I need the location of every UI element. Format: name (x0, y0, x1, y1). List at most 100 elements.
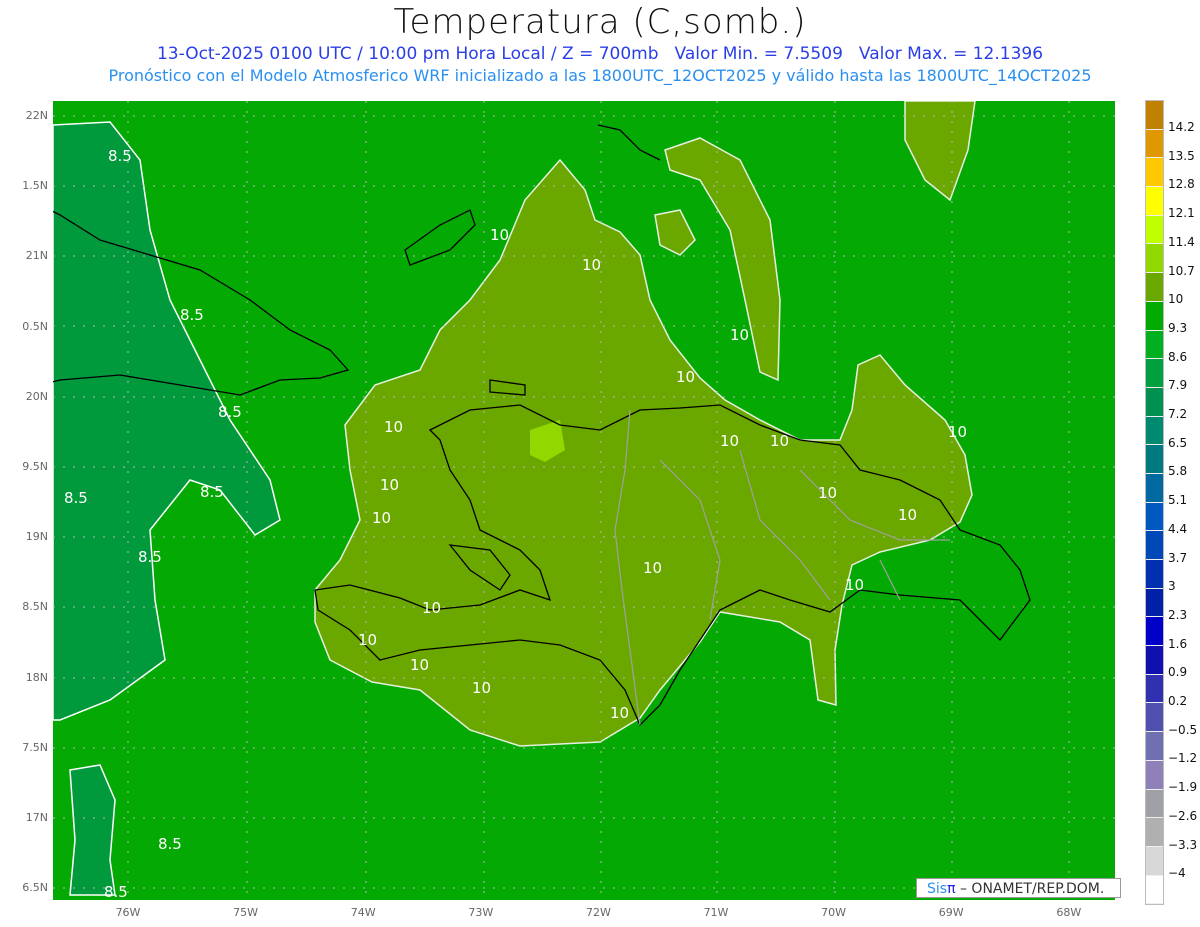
contour-label: 10 (490, 226, 509, 244)
colorbar-label: 8.6 (1168, 349, 1188, 364)
colorbar-swatch (1146, 760, 1163, 790)
colorbar-swatch (1146, 215, 1163, 245)
onamet-credit: Sisπ – ONAMET/REP.DOM. (916, 878, 1121, 898)
contour-label: 10 (730, 326, 749, 344)
colorbar-label: 13.5 (1168, 148, 1195, 163)
contour-label: 10 (372, 509, 391, 527)
contour-label: 10 (472, 679, 491, 697)
contour-label: 10 (643, 559, 662, 577)
contour-label: 10 (770, 432, 789, 450)
colorbar-label: 1.6 (1168, 636, 1188, 651)
colorbar-label: 0.9 (1168, 665, 1188, 680)
longitude-label: 73W (468, 906, 494, 919)
map-title: Temperatura (C,somb.) (393, 2, 807, 42)
longitude-label: 69W (938, 906, 964, 919)
colorbar-label: −1.9 (1168, 780, 1198, 795)
colorbar-label: 11.4 (1168, 234, 1195, 249)
contour-label: 10 (422, 599, 441, 617)
colorbar-swatch (1146, 273, 1163, 302)
colorbar-swatch (1146, 617, 1163, 647)
colorbar-label: −2.6 (1168, 808, 1198, 823)
colorbar-swatch (1146, 445, 1163, 474)
min-value: Valor Min. = 7.5509 (674, 44, 843, 64)
colorbar-swatch (1146, 789, 1163, 819)
contour-label: 10 (384, 418, 403, 436)
contour-label: 8.5 (138, 548, 162, 566)
colorbar-swatch (1146, 846, 1163, 876)
latitude-label: 18N (25, 670, 48, 684)
contour-label: 10 (845, 576, 864, 594)
colorbar-label: 2.3 (1168, 607, 1188, 622)
valid-time: 13-Oct-2025 0100 UTC / 10:00 pm Hora Loc… (156, 44, 659, 64)
contour-label: 10 (898, 506, 917, 524)
colorbar-swatch (1146, 818, 1163, 847)
colorbar (1145, 100, 1164, 906)
contour-label: 8.5 (108, 147, 132, 165)
colorbar-label: 0.2 (1168, 694, 1188, 708)
colorbar-swatch (1146, 101, 1163, 130)
contour-label: 8.5 (104, 883, 128, 900)
contour-label: 8.5 (180, 306, 204, 324)
contour-label: 10 (720, 432, 739, 450)
colorbar-swatch (1146, 416, 1163, 446)
contour-label: 10 (410, 656, 429, 674)
colorbar-swatch (1146, 187, 1163, 216)
colorbar-swatch (1146, 473, 1163, 503)
colorbar-swatch (1146, 531, 1163, 560)
colorbar-swatch (1146, 646, 1163, 675)
contour-label: 8.5 (64, 489, 88, 507)
contour-label: 10 (610, 704, 629, 722)
longitude-label: 76W (115, 906, 141, 919)
logo-pi: π (947, 881, 956, 897)
colorbar-label: 7.9 (1168, 378, 1188, 393)
latitude-label: 21N (25, 249, 48, 263)
contour-label: 10 (818, 484, 837, 502)
colorbar-swatch (1146, 560, 1163, 589)
colorbar-label: −3.3 (1168, 837, 1198, 852)
latitude-label: 7.5N (22, 740, 48, 754)
longitude-label: 75W (233, 906, 259, 919)
latitude-label: 8.5N (22, 600, 48, 614)
longitude-label: 68W (1056, 906, 1082, 919)
colorbar-swatch (1146, 359, 1163, 388)
latitude-label: 22N (25, 109, 48, 122)
colorbar-label: 6.5 (1168, 435, 1188, 450)
colorbar-swatch (1146, 330, 1163, 360)
colorbar-swatch (1146, 703, 1163, 733)
cooler-region-southwest (69, 764, 116, 896)
date-line: 13-Oct-2025 0100 UTC / 10:00 pm Hora Loc… (0, 44, 1200, 64)
colorbar-swatch (1146, 875, 1163, 905)
colorbar-label: 4.4 (1168, 521, 1188, 536)
contour-label: 10 (582, 256, 601, 274)
contour-label: 8.5 (200, 483, 224, 501)
colorbar-swatch (1146, 387, 1163, 417)
colorbar-label: 14.2 (1168, 120, 1195, 134)
latitude-label: 6.5N (22, 881, 48, 895)
colorbar-label: 3.7 (1168, 550, 1188, 565)
temperature-map: 10 10 10 10 10 10 10 10 10 10 10 10 10 1… (53, 101, 1115, 900)
contour-label: 8.5 (158, 835, 182, 853)
contour-label: 10 (676, 368, 695, 386)
model-line: Pronóstico con el Modelo Atmosferico WRF… (108, 66, 1092, 85)
contour-label: 8.5 (218, 403, 242, 421)
latitude-label: 1.5N (22, 179, 48, 193)
colorbar-swatch (1146, 301, 1163, 331)
colorbar-swatch (1146, 129, 1163, 159)
colorbar-label: 5.1 (1168, 493, 1188, 508)
logo-brand: Sis (927, 881, 948, 897)
contour-label: 10 (380, 476, 399, 494)
colorbar-label: 12.8 (1168, 177, 1195, 192)
colorbar-swatch (1146, 502, 1163, 532)
longitude-label: 71W (703, 906, 729, 919)
colorbar-label: 10.7 (1168, 263, 1195, 278)
longitude-label: 74W (350, 906, 376, 919)
colorbar-label: 9.3 (1168, 320, 1188, 335)
colorbar-label: 10 (1168, 292, 1184, 307)
latitude-label: 9.5N (22, 460, 48, 473)
colorbar-label: −1.2 (1168, 751, 1198, 766)
colorbar-swatch (1146, 674, 1163, 704)
latitude-label: 20N (25, 389, 48, 403)
max-value: Valor Max. = 12.1396 (858, 44, 1044, 64)
colorbar-label: 12.1 (1168, 206, 1195, 221)
colorbar-swatch (1146, 158, 1163, 188)
